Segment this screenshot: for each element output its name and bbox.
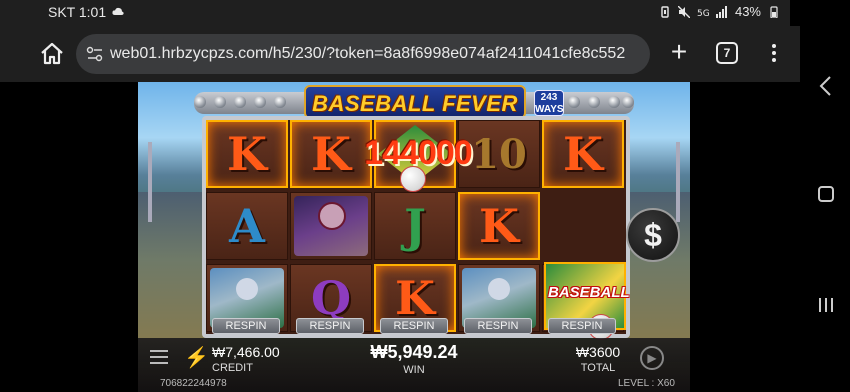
reel-cell (290, 192, 372, 260)
5g-icon: 5G (697, 9, 709, 18)
symbol-k: K (479, 199, 519, 253)
credit-value: ₩7,466.00 (212, 344, 280, 360)
symbol-catcher (294, 196, 368, 256)
game-logo: BASEBALL FEVER (304, 85, 526, 119)
respin-button[interactable]: RESPIN (296, 318, 364, 334)
signal-icon (715, 5, 727, 18)
turbo-icon[interactable]: ⚡ (184, 346, 209, 370)
rivet (214, 96, 226, 108)
symbol-k: K (395, 271, 435, 325)
rivet (274, 96, 286, 108)
hamburger-menu-icon[interactable] (150, 350, 168, 366)
ways-badge: 243 WAYS (534, 90, 564, 116)
respin-button[interactable]: RESPIN (380, 318, 448, 334)
respin-button[interactable]: RESPIN (212, 318, 280, 334)
light-pole (676, 142, 680, 222)
rivet (588, 96, 600, 108)
win-value: ₩5,949.24 (370, 342, 458, 362)
game-logo-text: BASEBALL FEVER (312, 91, 518, 116)
credit-label: CREDIT (212, 362, 253, 374)
reel-cell: J (374, 192, 456, 260)
symbol-k: K (563, 127, 603, 181)
home-nav-icon[interactable] (818, 186, 834, 202)
rivet (194, 96, 206, 108)
carrier-time: SKT 1:01 (48, 4, 107, 20)
more-menu-icon[interactable] (768, 42, 780, 66)
reel-cell: A (206, 192, 288, 260)
banner-text: BASEBALL (548, 284, 630, 301)
rivet (608, 96, 620, 108)
battery-icon (770, 5, 778, 18)
recent-apps-icon[interactable] (817, 296, 835, 314)
cloud-icon (112, 7, 124, 15)
level-indicator: LEVEL : X60 (618, 378, 675, 389)
reel-cell: K (206, 120, 288, 188)
site-settings-icon[interactable] (86, 45, 104, 63)
symbol-j: J (404, 199, 426, 253)
url-text[interactable]: web01.hrbzycpzs.com/h5/230/?token=8a8f69… (110, 45, 640, 63)
round-id: 706822244978 (160, 378, 227, 389)
rivet (568, 96, 580, 108)
light-pole (148, 142, 152, 222)
symbol-k: K (311, 127, 351, 181)
reel-cell: K (458, 192, 540, 260)
rivet (622, 96, 634, 108)
phone-screen: SKT 1:01 5G 43% web01.hrbzycpzs.com/h5/2… (0, 0, 850, 392)
autoplay-icon[interactable]: ▶ (640, 346, 664, 370)
svg-text:5G: 5G (697, 9, 709, 18)
tab-switcher-button[interactable]: 7 (716, 42, 738, 64)
respin-button[interactable]: RESPIN (548, 318, 616, 334)
win-popup: 144000 (364, 134, 472, 172)
symbol-k: K (227, 127, 267, 181)
reel-cell: K (542, 120, 624, 188)
win-label: WIN (403, 364, 425, 376)
total-bet-value[interactable]: ₩3600 (570, 344, 626, 360)
symbol-q: Q (310, 271, 352, 325)
total-bet-label: TOTAL (580, 362, 616, 374)
symbol-a: A (229, 199, 265, 253)
new-tab-button[interactable]: + (664, 38, 694, 68)
url-bar[interactable]: web01.hrbzycpzs.com/h5/230/?token=8a8f69… (76, 34, 650, 74)
respin-button[interactable]: RESPIN (464, 318, 532, 334)
system-navigation-bar (800, 0, 850, 392)
dollar-coin-button[interactable]: $ (626, 208, 680, 262)
browser-toolbar: web01.hrbzycpzs.com/h5/230/?token=8a8f69… (0, 26, 800, 82)
back-icon[interactable] (816, 74, 836, 98)
game-hud: ⚡ ₩7,466.00 CREDIT ₩5,949.24 WIN ₩3600 T… (138, 338, 690, 392)
rivet (234, 96, 246, 108)
mute-icon (677, 5, 690, 18)
battery-saver-icon (661, 5, 669, 18)
status-bar: SKT 1:01 5G 43% (0, 0, 790, 26)
home-icon[interactable] (38, 40, 66, 68)
rivet (254, 96, 266, 108)
battery-percent: 43% (734, 4, 761, 19)
slot-game[interactable]: BASEBALL FEVER 243 WAYS K A K Q J K 10 K… (138, 82, 690, 392)
